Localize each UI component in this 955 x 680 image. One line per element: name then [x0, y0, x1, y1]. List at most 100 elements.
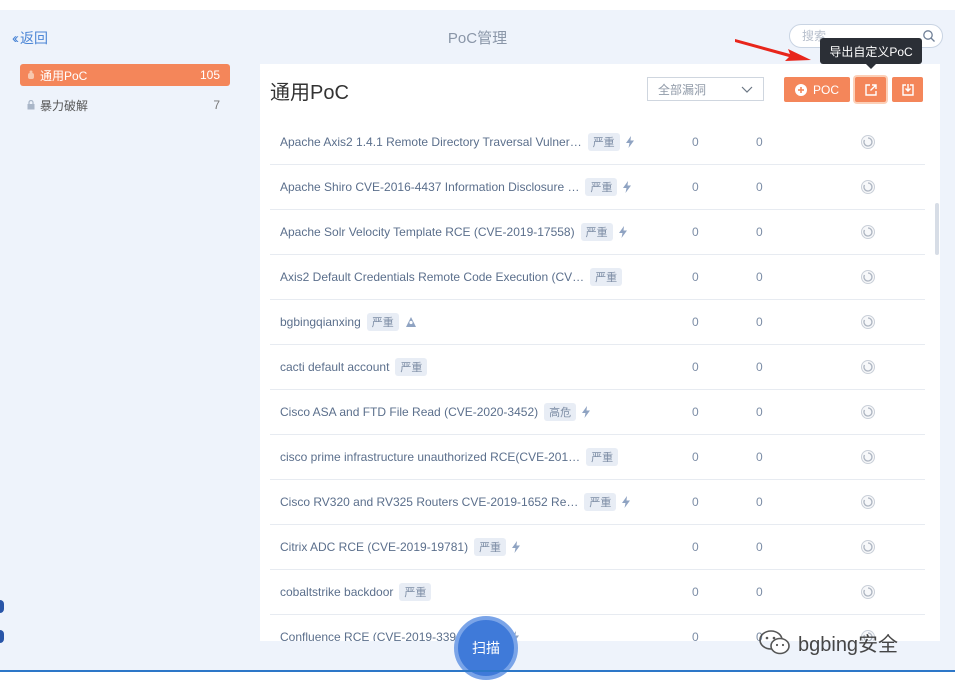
- export-icon: [864, 83, 877, 96]
- add-poc-button[interactable]: POC: [784, 77, 850, 102]
- count-cell: 0: [692, 225, 699, 239]
- poc-name-cell: Citrix ADC RCE (CVE-2019-19781) 严重: [280, 525, 521, 569]
- count-cell: 0: [756, 270, 763, 284]
- poc-name[interactable]: Apache Solr Velocity Template RCE (CVE-2…: [280, 225, 575, 239]
- toggle-icon[interactable]: [860, 494, 876, 510]
- toggle-icon[interactable]: [860, 584, 876, 600]
- poc-name[interactable]: Axis2 Default Credentials Remote Code Ex…: [280, 270, 584, 284]
- toggle-icon[interactable]: [860, 404, 876, 420]
- poc-name-cell: cacti default account 严重: [280, 345, 428, 389]
- count-cell: 0: [756, 315, 763, 329]
- panel-title: 通用PoC: [270, 82, 349, 104]
- bolt-icon: [625, 136, 634, 148]
- edge-handle[interactable]: [0, 600, 4, 613]
- count-cell: 0: [692, 495, 699, 509]
- toggle-icon[interactable]: [860, 179, 876, 195]
- toggle-icon[interactable]: [860, 269, 876, 285]
- count-cell: 0: [692, 270, 699, 284]
- count-cell: 0: [756, 405, 763, 419]
- sidebar-item-label: 暴力破解: [40, 98, 89, 113]
- table-row[interactable]: Apache Axis2 1.4.1 Remote Directory Trav…: [270, 120, 925, 165]
- chevron-down-icon: [741, 86, 753, 93]
- import-poc-button[interactable]: [892, 77, 923, 102]
- severity-badge: 严重: [587, 133, 620, 151]
- add-poc-label: POC: [812, 82, 839, 97]
- severity-badge: 严重: [590, 268, 623, 286]
- sidebar-item-label: 通用PoC: [40, 68, 88, 83]
- poc-name-cell: Apache Axis2 1.4.1 Remote Directory Trav…: [280, 120, 634, 164]
- poc-name-cell: Apache Shiro CVE-2016-4437 Information D…: [280, 165, 632, 209]
- table-row[interactable]: Cisco ASA and FTD File Read (CVE-2020-34…: [270, 390, 925, 435]
- table-row[interactable]: cacti default account 严重 0 0: [270, 345, 925, 390]
- vulnerability-filter-select[interactable]: 全部漏洞: [647, 77, 764, 101]
- poc-name[interactable]: Apache Axis2 1.4.1 Remote Directory Trav…: [280, 135, 582, 149]
- count-cell: 0: [756, 450, 763, 464]
- count-cell: 0: [692, 585, 699, 599]
- table-row[interactable]: Apache Shiro CVE-2016-4437 Information D…: [270, 165, 925, 210]
- table-row[interactable]: cobaltstrike backdoor 严重 0 0: [270, 570, 925, 615]
- poc-name[interactable]: Cisco ASA and FTD File Read (CVE-2020-34…: [280, 405, 538, 419]
- double-chevron-left-icon: ‹‹: [12, 29, 19, 47]
- import-icon: [901, 83, 914, 96]
- toggle-icon[interactable]: [860, 539, 876, 555]
- poc-table: Apache Axis2 1.4.1 Remote Directory Trav…: [270, 120, 925, 641]
- app-window: ‹‹ 返回 PoC管理 导出自定义PoC 通用PoC 105 暴力破解 7: [0, 10, 955, 680]
- count-cell: 0: [692, 450, 699, 464]
- back-label: 返回: [20, 30, 48, 46]
- poc-name[interactable]: cobaltstrike backdoor: [280, 585, 393, 599]
- export-tooltip: 导出自定义PoC: [820, 38, 922, 69]
- poc-name-cell: Axis2 Default Credentials Remote Code Ex…: [280, 255, 623, 299]
- severity-badge: 严重: [474, 538, 507, 556]
- search-icon[interactable]: [922, 29, 936, 43]
- severity-badge: 严重: [586, 448, 619, 466]
- count-cell: 0: [756, 540, 763, 554]
- scrollbar-thumb[interactable]: [935, 203, 939, 255]
- plus-circle-icon: [794, 83, 807, 96]
- poc-name-cell: bgbingqianxing 严重: [280, 300, 417, 344]
- toggle-icon[interactable]: [860, 224, 876, 240]
- table-row[interactable]: Apache Solr Velocity Template RCE (CVE-2…: [270, 210, 925, 255]
- sidebar: 通用PoC 105 暴力破解 7: [20, 64, 230, 124]
- filter-value: 全部漏洞: [658, 82, 707, 97]
- sidebar-item-general-poc[interactable]: 通用PoC 105: [20, 64, 230, 86]
- table-row[interactable]: bgbingqianxing 严重 0 0: [270, 300, 925, 345]
- toggle-icon[interactable]: [860, 359, 876, 375]
- count-cell: 0: [756, 225, 763, 239]
- edge-handle[interactable]: [0, 630, 4, 643]
- toggle-icon[interactable]: [860, 449, 876, 465]
- poc-name[interactable]: cisco prime infrastructure unauthorized …: [280, 450, 580, 464]
- table-row[interactable]: Axis2 Default Credentials Remote Code Ex…: [270, 255, 925, 300]
- back-button[interactable]: ‹‹ 返回: [12, 28, 48, 48]
- poc-name[interactable]: Confluence RCE (CVE-2019-3396): [280, 630, 467, 641]
- poc-name-cell: Cisco RV320 and RV325 Routers CVE-2019-1…: [280, 480, 631, 524]
- wechat-icon: [759, 629, 790, 654]
- export-poc-button[interactable]: [855, 77, 886, 102]
- bolt-icon: [618, 226, 627, 238]
- poc-name-cell: Cisco ASA and FTD File Read (CVE-2020-34…: [280, 390, 591, 434]
- toggle-icon[interactable]: [860, 314, 876, 330]
- table-row[interactable]: Citrix ADC RCE (CVE-2019-19781) 严重 0 0: [270, 525, 925, 570]
- poc-name-cell: cobaltstrike backdoor 严重: [280, 570, 432, 614]
- toggle-icon[interactable]: [860, 134, 876, 150]
- count-cell: 0: [756, 135, 763, 149]
- watermark: bgbing安全: [758, 628, 898, 657]
- count-cell: 0: [692, 135, 699, 149]
- count-cell: 0: [756, 180, 763, 194]
- user-alert-icon: [405, 316, 417, 328]
- table-row[interactable]: cisco prime infrastructure unauthorized …: [270, 435, 925, 480]
- count-cell: 0: [692, 180, 699, 194]
- sidebar-item-brute-force[interactable]: 暴力破解 7: [20, 94, 230, 116]
- poc-name[interactable]: Apache Shiro CVE-2016-4437 Information D…: [280, 180, 579, 194]
- severity-badge: 严重: [585, 178, 618, 196]
- bolt-icon: [512, 541, 521, 553]
- poc-name[interactable]: bgbingqianxing: [280, 315, 361, 329]
- poc-name[interactable]: Cisco RV320 and RV325 Routers CVE-2019-1…: [280, 495, 578, 509]
- bottom-divider: [0, 670, 955, 672]
- severity-badge: 严重: [366, 313, 399, 331]
- count-cell: 0: [692, 360, 699, 374]
- table-row[interactable]: Cisco RV320 and RV325 Routers CVE-2019-1…: [270, 480, 925, 525]
- bolt-icon: [622, 496, 631, 508]
- poc-name[interactable]: cacti default account: [280, 360, 389, 374]
- bug-icon: [28, 70, 34, 79]
- poc-name[interactable]: Citrix ADC RCE (CVE-2019-19781): [280, 540, 468, 554]
